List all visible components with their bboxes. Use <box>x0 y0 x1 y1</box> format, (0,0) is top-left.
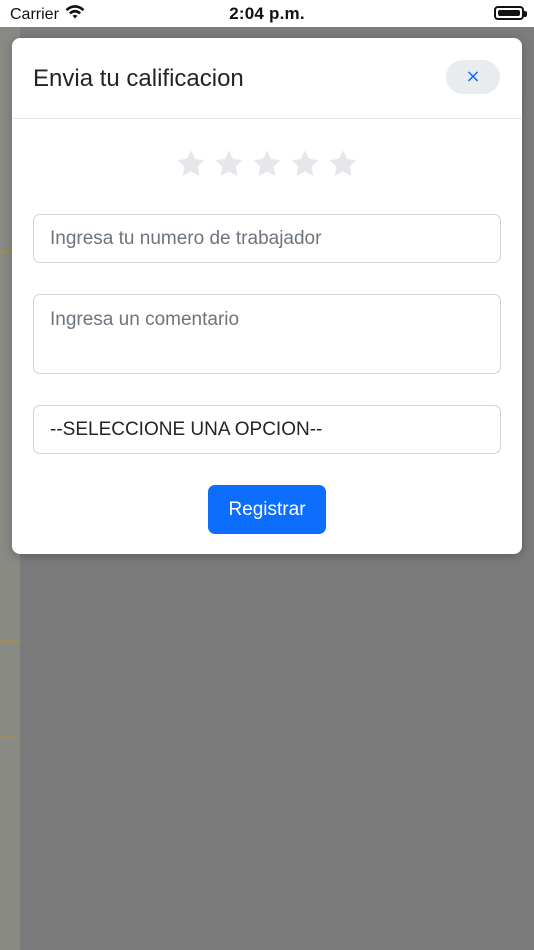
close-icon: × <box>465 66 481 87</box>
status-time: 2:04 p.m. <box>229 4 305 23</box>
star-icon[interactable] <box>251 148 283 180</box>
rating-modal: Envia tu calificacion × --SELECCIONE UNA… <box>12 38 522 554</box>
option-select-value: --SELECCIONE UNA OPCION-- <box>50 418 323 440</box>
battery-fill <box>498 10 520 16</box>
star-icon[interactable] <box>327 148 359 180</box>
register-button[interactable]: Registrar <box>208 485 326 534</box>
worker-number-input[interactable] <box>33 214 501 263</box>
comment-input[interactable] <box>33 294 501 374</box>
star-icon[interactable] <box>175 148 207 180</box>
star-rating <box>12 148 522 180</box>
map-road <box>0 735 20 738</box>
star-icon[interactable] <box>213 148 245 180</box>
modal-header: Envia tu calificacion × <box>12 38 522 119</box>
close-button[interactable]: × <box>446 60 500 94</box>
battery-icon <box>494 6 527 20</box>
modal-title: Envia tu calificacion <box>33 65 244 92</box>
option-select[interactable]: --SELECCIONE UNA OPCION-- <box>33 405 501 454</box>
status-bar: Carrier 2:04 p.m. <box>0 0 534 27</box>
map-road <box>0 640 20 643</box>
star-icon[interactable] <box>289 148 321 180</box>
